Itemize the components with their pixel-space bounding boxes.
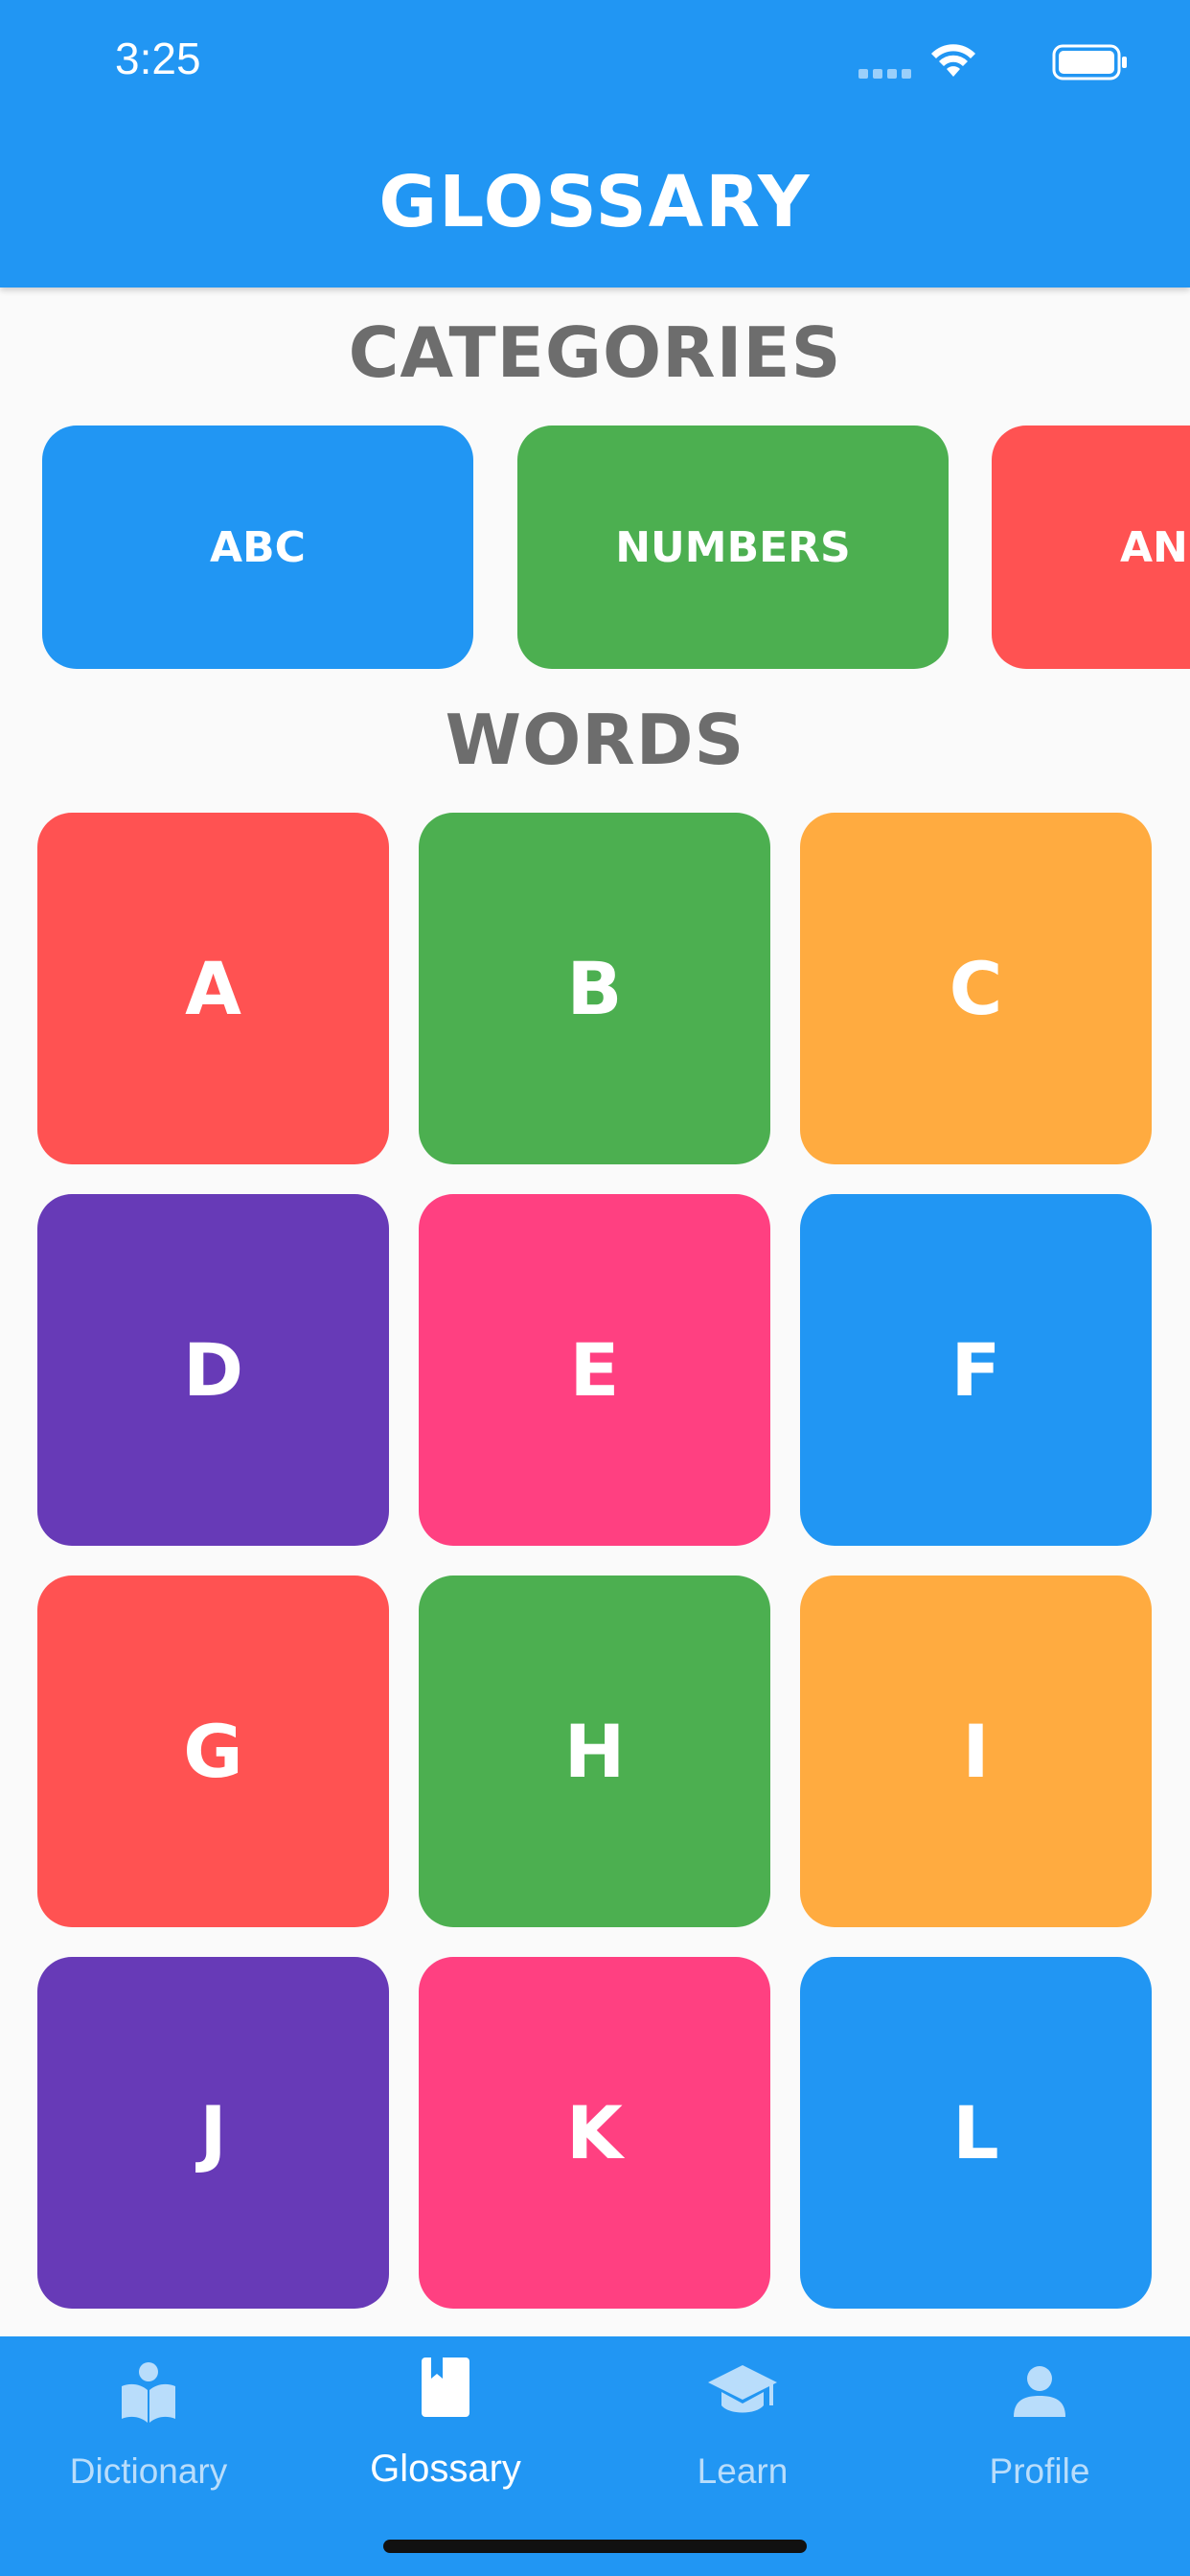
graduation-cap-icon: [708, 2365, 777, 2413]
nav-item-dictionary[interactable]: Dictionary: [0, 2336, 297, 2528]
categories-title: CATEGORIES: [348, 312, 842, 393]
word-card-h[interactable]: H: [419, 1576, 770, 1927]
word-letter: K: [566, 2090, 623, 2175]
word-letter: F: [950, 1327, 1001, 1413]
category-card-abc[interactable]: ABC: [42, 426, 473, 669]
nav-item-glossary[interactable]: Glossary: [297, 2336, 594, 2528]
nav-item-profile[interactable]: Profile: [891, 2336, 1188, 2528]
word-card-e[interactable]: E: [419, 1194, 770, 1546]
word-letter: J: [199, 2090, 227, 2175]
battery-icon: [1052, 44, 1127, 80]
bookmark-book-icon: [422, 2358, 469, 2417]
category-label: NUMBERS: [615, 522, 851, 572]
nav-label: Dictionary: [69, 2451, 228, 2491]
category-label: ABC: [210, 522, 306, 572]
wifi-icon: [931, 44, 975, 77]
person-icon: [1014, 2366, 1065, 2417]
word-card-f[interactable]: F: [800, 1194, 1152, 1546]
word-card-l[interactable]: L: [800, 1957, 1152, 2309]
word-card-j[interactable]: J: [37, 1957, 389, 2309]
nav-item-learn[interactable]: Learn: [594, 2336, 891, 2528]
category-card-numbers[interactable]: NUMBERS: [517, 426, 949, 669]
app-header: 3:25 GLOSSARY: [0, 0, 1190, 288]
category-card-animals[interactable]: ANI: [992, 426, 1190, 669]
word-card-d[interactable]: D: [37, 1194, 389, 1546]
word-card-c[interactable]: C: [800, 813, 1152, 1164]
word-card-a[interactable]: A: [37, 813, 389, 1164]
page-title: GLOSSARY: [378, 161, 812, 243]
word-letter: G: [183, 1709, 243, 1794]
signal-dots-icon: [858, 69, 912, 80]
word-letter: H: [563, 1709, 626, 1794]
word-letter: E: [569, 1327, 620, 1413]
word-card-b[interactable]: B: [419, 813, 770, 1164]
nav-label: Glossary: [370, 2448, 521, 2490]
word-letter: A: [185, 946, 241, 1031]
word-letter: B: [566, 946, 623, 1031]
nav-label: Learn: [697, 2451, 789, 2491]
word-card-k[interactable]: K: [419, 1957, 770, 2309]
word-card-g[interactable]: G: [37, 1576, 389, 1927]
word-letter: I: [962, 1709, 990, 1794]
words-title: WORDS: [445, 700, 745, 780]
reading-book-icon: [122, 2362, 175, 2423]
word-letter: D: [182, 1327, 244, 1413]
category-label: ANI: [1120, 522, 1190, 572]
word-letter: L: [952, 2090, 999, 2175]
status-icons: [841, 42, 1129, 80]
status-time: 3:25: [115, 34, 201, 83]
home-indicator: [383, 2540, 807, 2553]
categories-carousel[interactable]: ABC NUMBERS ANI: [0, 426, 1190, 671]
nav-label: Profile: [989, 2451, 1090, 2491]
word-letter: C: [949, 946, 1003, 1031]
word-card-i[interactable]: I: [800, 1576, 1152, 1927]
